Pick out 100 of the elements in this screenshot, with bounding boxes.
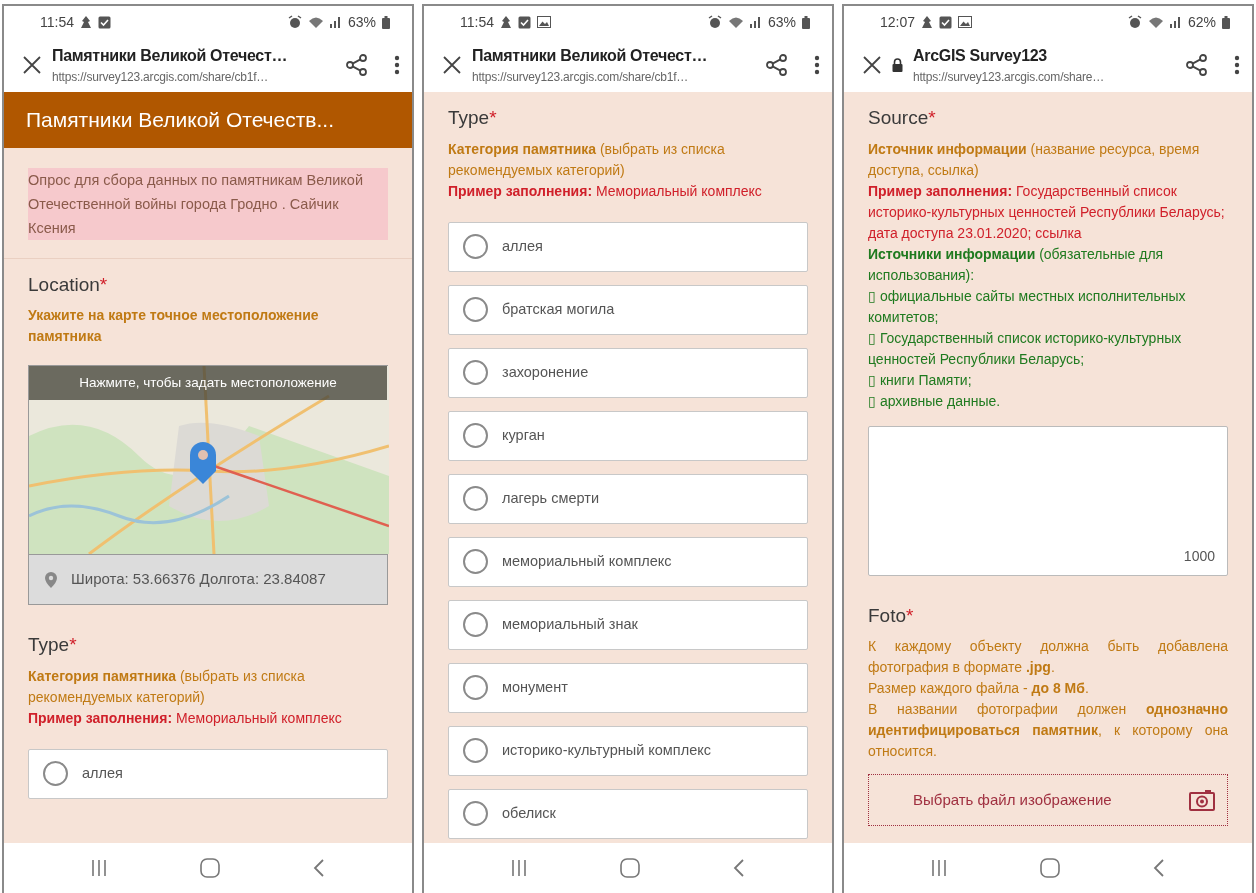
choice-option[interactable]: мемориальный комплекс xyxy=(448,536,808,587)
map-hint-overlay[interactable]: Нажмите, чтобы задать местоположение xyxy=(29,366,387,400)
back-button[interactable] xyxy=(1153,858,1166,878)
battery-icon xyxy=(1222,15,1230,29)
hint-text: Источник информации (название ресурса, время доступа, ссылка) xyxy=(868,139,1201,180)
battery-percent: 63% xyxy=(767,12,796,32)
home-icon xyxy=(200,858,220,878)
hint-text: Пример заполнения: Государственный список историко-культурных ценностей Республики Беларусь; дата доступа 23.01.2020; ссылка xyxy=(868,181,1226,243)
signal-icon xyxy=(329,16,342,28)
home-button[interactable] xyxy=(1040,858,1060,878)
share-button[interactable] xyxy=(1186,54,1208,76)
coordinates-text: Широта: 53.66376 Долгота: 23.84087 xyxy=(71,569,326,590)
required-marker: * xyxy=(99,272,108,297)
page-title: Памятники Великой Отечест… xyxy=(472,46,709,66)
choice-option[interactable]: обелиск xyxy=(448,788,808,839)
close-button[interactable] xyxy=(862,55,882,75)
hint-text: Категория памятника (выбрать из списка рекомендуемых категорий) xyxy=(28,666,306,707)
menu-button[interactable] xyxy=(814,55,820,75)
radio-button[interactable] xyxy=(463,675,488,700)
menu-button[interactable] xyxy=(1234,55,1240,75)
survey-title: Памятники Великой Отечеств... xyxy=(4,92,412,148)
required-marker: * xyxy=(69,633,77,657)
home-button[interactable] xyxy=(200,858,220,878)
page-url: https://survey123.arcgis.com/share/cb1f… xyxy=(52,69,270,86)
share-button[interactable] xyxy=(766,54,788,76)
close-icon xyxy=(862,55,882,75)
notification-image-icon xyxy=(537,16,551,28)
choice-option[interactable]: захоронение xyxy=(448,347,808,398)
wifi-icon xyxy=(727,15,744,29)
recent-apps-button[interactable] xyxy=(90,859,107,877)
recent-apps-icon xyxy=(930,859,947,877)
question-title: Location xyxy=(28,272,100,297)
choice-option[interactable]: мемориальный знак xyxy=(448,599,808,650)
radio-button[interactable] xyxy=(463,612,488,637)
menu-button[interactable] xyxy=(394,55,400,75)
recent-apps-button[interactable] xyxy=(510,859,527,877)
wifi-icon xyxy=(1147,15,1164,29)
radio-button[interactable] xyxy=(463,801,488,826)
option-label: захоронение xyxy=(502,362,589,382)
share-button[interactable] xyxy=(346,54,368,76)
recent-apps-icon xyxy=(90,859,107,877)
battery-percent: 63% xyxy=(347,12,376,32)
hint-text: ▯ архивные данные. xyxy=(868,391,1002,411)
more-options-icon xyxy=(814,55,820,75)
back-button[interactable] xyxy=(313,858,326,878)
radio-button[interactable] xyxy=(463,297,488,322)
radio-button[interactable] xyxy=(43,761,68,786)
radio-button[interactable] xyxy=(463,360,488,385)
choice-option[interactable]: монумент xyxy=(448,662,808,713)
close-button[interactable] xyxy=(22,55,42,75)
choice-option[interactable]: аллея xyxy=(28,748,388,799)
radio-button[interactable] xyxy=(463,549,488,574)
lock-icon xyxy=(892,58,903,72)
alarm-icon xyxy=(1127,15,1142,29)
notification-app-icon xyxy=(500,15,512,29)
option-label: лагерь смерти xyxy=(502,488,599,508)
wifi-icon xyxy=(307,15,324,29)
home-button[interactable] xyxy=(620,858,640,878)
option-label: мемориальный комплекс xyxy=(502,551,672,571)
choose-image-button[interactable]: Выбрать файл изображение xyxy=(868,774,1228,826)
recent-apps-button[interactable] xyxy=(930,859,947,877)
question-title: Source xyxy=(868,106,929,130)
required-marker: * xyxy=(489,106,497,130)
close-button[interactable] xyxy=(442,55,462,75)
hint-text: Пример заполнения: Мемориальный комплекс xyxy=(448,181,763,201)
notification-checkbox-icon xyxy=(518,15,531,29)
text-area-field[interactable]: 1000 xyxy=(868,425,1228,576)
page-url: https://survey123.arcgis.com/share/cb1f… xyxy=(472,69,690,86)
back-icon xyxy=(313,858,326,878)
radio-button[interactable] xyxy=(463,234,488,259)
back-icon xyxy=(1153,858,1166,878)
battery-percent: 62% xyxy=(1187,12,1216,32)
status-time: 11:54 xyxy=(460,12,494,32)
choice-option[interactable]: братская могила xyxy=(448,284,808,335)
question-title: Type xyxy=(448,106,490,130)
option-label: монумент xyxy=(502,677,568,697)
notification-app-icon xyxy=(921,15,934,29)
radio-button[interactable] xyxy=(463,738,488,763)
back-button[interactable] xyxy=(733,858,746,878)
back-icon xyxy=(733,858,746,878)
map-pin-icon xyxy=(189,441,217,485)
choice-option[interactable]: лагерь смерти xyxy=(448,473,808,524)
choice-option[interactable]: историко-культурный комплекс xyxy=(448,725,808,776)
choice-option[interactable]: курган xyxy=(448,410,808,461)
radio-button[interactable] xyxy=(463,486,488,511)
required-marker: * xyxy=(906,603,914,628)
radio-button[interactable] xyxy=(463,423,488,448)
survey-description: Опрос для сбора данных по памятникам Великой Отечественной войны города Гродно . Сайчик Ксения xyxy=(28,167,388,240)
hint-text: ▯ книги Памяти; xyxy=(868,370,973,390)
share-icon xyxy=(1186,54,1208,76)
option-label: обелиск xyxy=(502,803,556,823)
question-title: Type xyxy=(28,633,70,657)
camera-icon xyxy=(1189,789,1215,811)
battery-icon xyxy=(802,15,810,29)
notification-image-icon xyxy=(958,16,973,28)
option-label: аллея xyxy=(82,763,123,783)
hint-text: Пример заполнения: Мемориальный комплекс xyxy=(28,708,343,728)
more-options-icon xyxy=(394,55,400,75)
choice-option[interactable]: аллея xyxy=(448,221,808,272)
option-label: историко-культурный комплекс xyxy=(502,740,711,760)
